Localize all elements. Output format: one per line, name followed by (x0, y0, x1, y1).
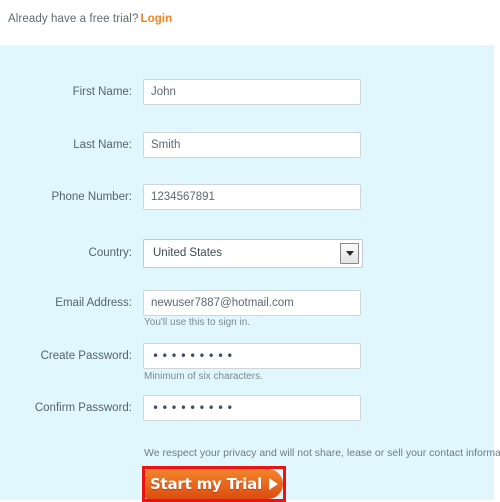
country-label: Country: (88, 247, 132, 259)
login-link[interactable]: Login (140, 13, 172, 25)
phone-number-input[interactable] (143, 184, 361, 210)
start-trial-label: Start my Trial (149, 475, 263, 493)
form-row-first-name: First Name: (0, 79, 494, 105)
top-bar: Already have a free trial? Login (0, 0, 500, 45)
caret-shape (345, 251, 354, 256)
form-row-email-address: Email Address: (0, 290, 494, 316)
email-helper-text: You'll use this to sign in. (144, 317, 251, 328)
chevron-down-icon[interactable] (340, 243, 359, 264)
start-trial-button[interactable]: Start my Trial (145, 469, 283, 499)
create-password-label: Create Password: (40, 350, 132, 362)
first-name-label: First Name: (72, 86, 132, 98)
form-row-last-name: Last Name: (0, 132, 494, 158)
phone-number-label: Phone Number: (51, 191, 132, 203)
form-row-phone-number: Phone Number: (0, 184, 494, 210)
confirm-password-label: Confirm Password: (34, 402, 132, 414)
password-helper-text: Minimum of six characters. (144, 371, 263, 382)
login-prompt-text: Already have a free trial? (8, 13, 139, 25)
play-arrow-icon (269, 478, 279, 490)
email-address-label: Email Address: (55, 297, 132, 309)
privacy-notice: We respect your privacy and will not sha… (144, 447, 500, 459)
country-select[interactable]: United States (143, 239, 363, 268)
form-row-confirm-password: Confirm Password: ••••••••• (0, 395, 494, 421)
form-row-create-password: Create Password: ••••••••• (0, 343, 494, 369)
confirm-password-input[interactable]: ••••••••• (143, 395, 361, 421)
last-name-label: Last Name: (73, 139, 132, 151)
signup-panel: First Name: Last Name: Phone Number: Cou… (0, 45, 494, 500)
last-name-input[interactable] (143, 132, 361, 158)
form-row-country: Country: United States (0, 239, 494, 268)
first-name-input[interactable] (143, 79, 361, 105)
country-selected-value: United States (153, 247, 223, 259)
create-password-input[interactable]: ••••••••• (143, 343, 361, 369)
login-prompt: Already have a free trial? Login (8, 13, 172, 25)
email-address-input[interactable] (143, 290, 361, 316)
